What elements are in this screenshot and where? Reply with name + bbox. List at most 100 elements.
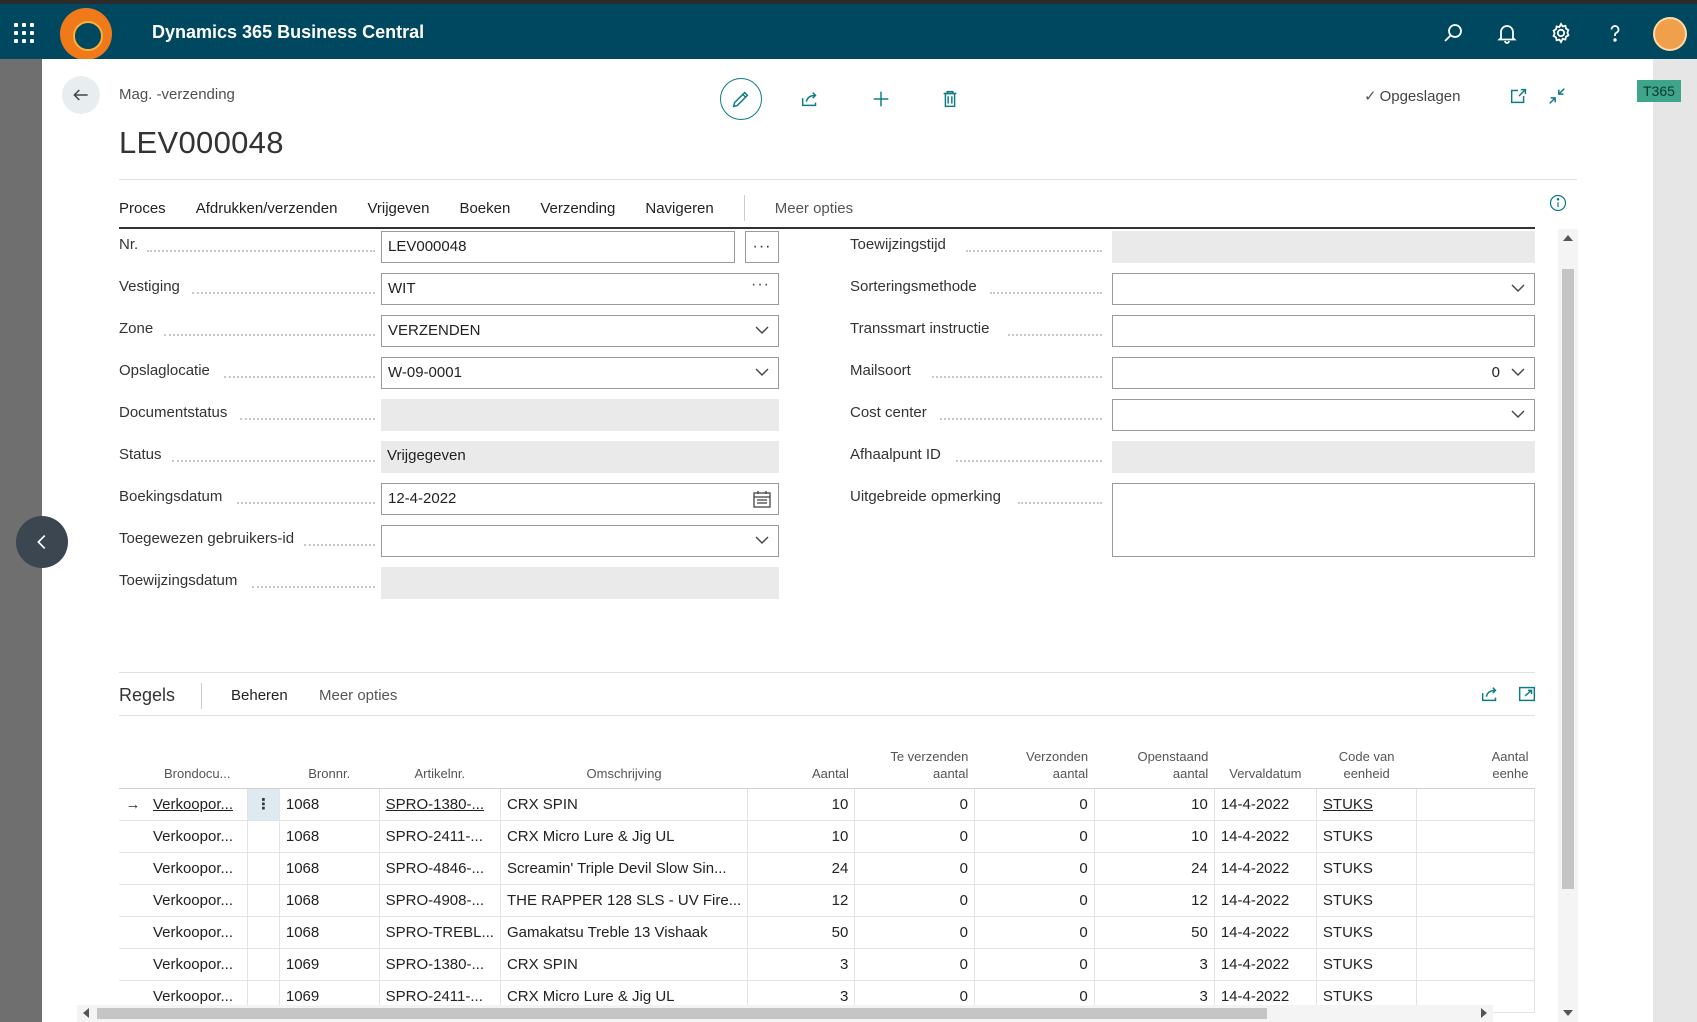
menu-boeken[interactable]: Boeken [459, 200, 510, 217]
back-button[interactable] [62, 76, 100, 114]
table-row[interactable]: Verkoopor... 1068 SPRO-TREBL... Gamakatsu T… [119, 916, 1535, 949]
row-menu-cell[interactable] [247, 852, 280, 885]
cell-openstaand[interactable]: 24 [1094, 852, 1215, 885]
cell-openstaand[interactable]: 50 [1094, 916, 1215, 949]
cell-vervaldatum[interactable]: 14-4-2022 [1214, 884, 1317, 917]
ellipsis-icon[interactable]: ··· [751, 276, 770, 294]
cell-brondoc[interactable]: Verkoopor... [146, 852, 249, 885]
search-icon[interactable] [1441, 21, 1465, 45]
cell-artikelnr[interactable]: SPRO-TREBL... [379, 916, 501, 949]
cell-eenheid[interactable]: STUKS [1316, 788, 1418, 821]
col-openstaand[interactable]: Openstaand aantal [1094, 726, 1215, 789]
cell-te-verzenden[interactable]: 0 [854, 852, 975, 885]
collapse-icon[interactable] [1546, 85, 1568, 107]
calendar-icon[interactable] [752, 489, 772, 509]
cell-aantal-eenheid[interactable] [1416, 820, 1535, 853]
edit-button[interactable] [720, 78, 762, 120]
cell-brondoc[interactable]: Verkoopor... [146, 788, 249, 821]
row-menu-icon[interactable]: ⋮ [247, 788, 280, 821]
cell-verzonden[interactable]: 0 [974, 788, 1095, 821]
col-omschrijving[interactable]: Omschrijving [500, 726, 748, 789]
gear-icon[interactable] [1549, 21, 1573, 45]
cell-bronnr[interactable]: 1068 [279, 820, 380, 853]
cell-aantal-eenheid[interactable] [1416, 884, 1535, 917]
zone-select[interactable]: VERZENDEN [381, 315, 779, 347]
lines-title[interactable]: Regels [119, 685, 175, 706]
scroll-thumb[interactable] [1562, 269, 1574, 889]
col-vervaldatum[interactable]: Vervaldatum [1214, 726, 1317, 789]
cell-vervaldatum[interactable]: 14-4-2022 [1214, 948, 1317, 981]
col-code-eenheid[interactable]: Code van eenheid [1316, 726, 1417, 789]
cell-brondoc[interactable]: Verkoopor... [146, 884, 249, 917]
scroll-left-icon[interactable] [83, 1008, 89, 1018]
cell-brondoc[interactable]: Verkoopor... [146, 916, 249, 949]
opslaglocatie-select[interactable]: W-09-0001 [381, 357, 779, 389]
cell-verzonden[interactable]: 0 [974, 852, 1095, 885]
cell-aantal[interactable]: 50 [747, 916, 856, 949]
cell-brondoc[interactable]: Verkoopor... [146, 948, 249, 981]
menu-more-options[interactable]: Meer opties [775, 200, 853, 217]
scroll-thumb[interactable] [97, 1008, 1267, 1019]
cell-eenheid[interactable]: STUKS [1316, 948, 1418, 981]
menu-vrijgeven[interactable]: Vrijgeven [367, 200, 429, 217]
cell-artikelnr[interactable]: SPRO-1380-... [379, 788, 501, 821]
cell-omschrijving[interactable]: CRX SPIN [500, 788, 749, 821]
cell-aantal[interactable]: 10 [747, 820, 856, 853]
cell-openstaand[interactable]: 12 [1094, 884, 1215, 917]
cell-vervaldatum[interactable]: 14-4-2022 [1214, 916, 1317, 949]
waffle-icon[interactable] [14, 23, 34, 43]
col-aantal[interactable]: Aantal [747, 726, 855, 789]
nr-input[interactable]: LEV000048 [381, 231, 735, 263]
cell-eenheid[interactable]: STUKS [1316, 852, 1418, 885]
cell-te-verzenden[interactable]: 0 [854, 820, 975, 853]
table-row[interactable]: Verkoopor... 1068 SPRO-4908-... THE RAPPER … [119, 884, 1535, 917]
cell-artikelnr[interactable]: SPRO-4908-... [379, 884, 501, 917]
cell-omschrijving[interactable]: Screamin' Triple Devil Slow Sin... [500, 852, 749, 885]
cell-bronnr[interactable]: 1068 [279, 852, 380, 885]
menu-afdrukken-verzenden[interactable]: Afdrukken/verzenden [196, 200, 338, 217]
mailsoort-select[interactable]: 0 [1112, 357, 1535, 389]
cell-omschrijving[interactable]: CRX SPIN [500, 948, 749, 981]
cell-verzonden[interactable]: 0 [974, 820, 1095, 853]
cost-center-select[interactable] [1112, 399, 1535, 431]
info-icon[interactable] [1548, 193, 1568, 213]
app-title[interactable]: Dynamics 365 Business Central [152, 22, 424, 43]
cell-eenheid[interactable]: STUKS [1316, 916, 1418, 949]
col-te-verzenden[interactable]: Te verzenden aantal [854, 726, 975, 789]
menu-verzending[interactable]: Verzending [540, 200, 615, 217]
horizontal-scrollbar[interactable] [77, 1005, 1493, 1022]
user-avatar[interactable] [1653, 17, 1687, 51]
cell-bronnr[interactable]: 1068 [279, 916, 380, 949]
cell-vervaldatum[interactable]: 14-4-2022 [1214, 852, 1317, 885]
cell-artikelnr[interactable]: SPRO-2411-... [379, 820, 501, 853]
cell-omschrijving[interactable]: THE RAPPER 128 SLS - UV Fire... [500, 884, 749, 917]
cell-aantal-eenheid[interactable] [1416, 916, 1535, 949]
col-bronnr[interactable]: Bronnr. [279, 726, 380, 789]
cell-aantal-eenheid[interactable] [1416, 852, 1535, 885]
cell-brondoc[interactable]: Verkoopor... [146, 820, 249, 853]
nr-assist-button[interactable]: ··· [745, 231, 779, 263]
cell-artikelnr[interactable]: SPRO-1380-... [379, 948, 501, 981]
sorteringsmethode-select[interactable] [1112, 273, 1535, 305]
bell-icon[interactable] [1495, 21, 1519, 45]
cell-bronnr[interactable]: 1068 [279, 884, 380, 917]
question-icon[interactable] [1603, 21, 1627, 45]
delete-button[interactable] [929, 78, 971, 120]
new-button[interactable] [860, 78, 902, 120]
row-menu-cell[interactable] [247, 820, 280, 853]
cell-te-verzenden[interactable]: 0 [854, 884, 975, 917]
cell-verzonden[interactable]: 0 [974, 916, 1095, 949]
menu-navigeren[interactable]: Navigeren [645, 200, 713, 217]
row-selector[interactable] [119, 852, 147, 885]
cell-vervaldatum[interactable]: 14-4-2022 [1214, 788, 1317, 821]
cell-artikelnr[interactable]: SPRO-4846-... [379, 852, 501, 885]
scroll-right-icon[interactable] [1481, 1008, 1487, 1018]
vertical-scrollbar[interactable] [1558, 229, 1578, 1022]
row-selector[interactable] [119, 884, 147, 917]
vestiging-input[interactable]: WIT ··· [381, 273, 779, 305]
lines-beheren[interactable]: Beheren [231, 687, 288, 704]
table-row[interactable]: Verkoopor... 1068 SPRO-4846-... Screamin' T… [119, 852, 1535, 885]
cell-aantal[interactable]: 3 [747, 948, 856, 981]
col-brondoc[interactable]: Brondocu... [146, 726, 248, 789]
lines-more-options[interactable]: Meer opties [319, 687, 397, 704]
